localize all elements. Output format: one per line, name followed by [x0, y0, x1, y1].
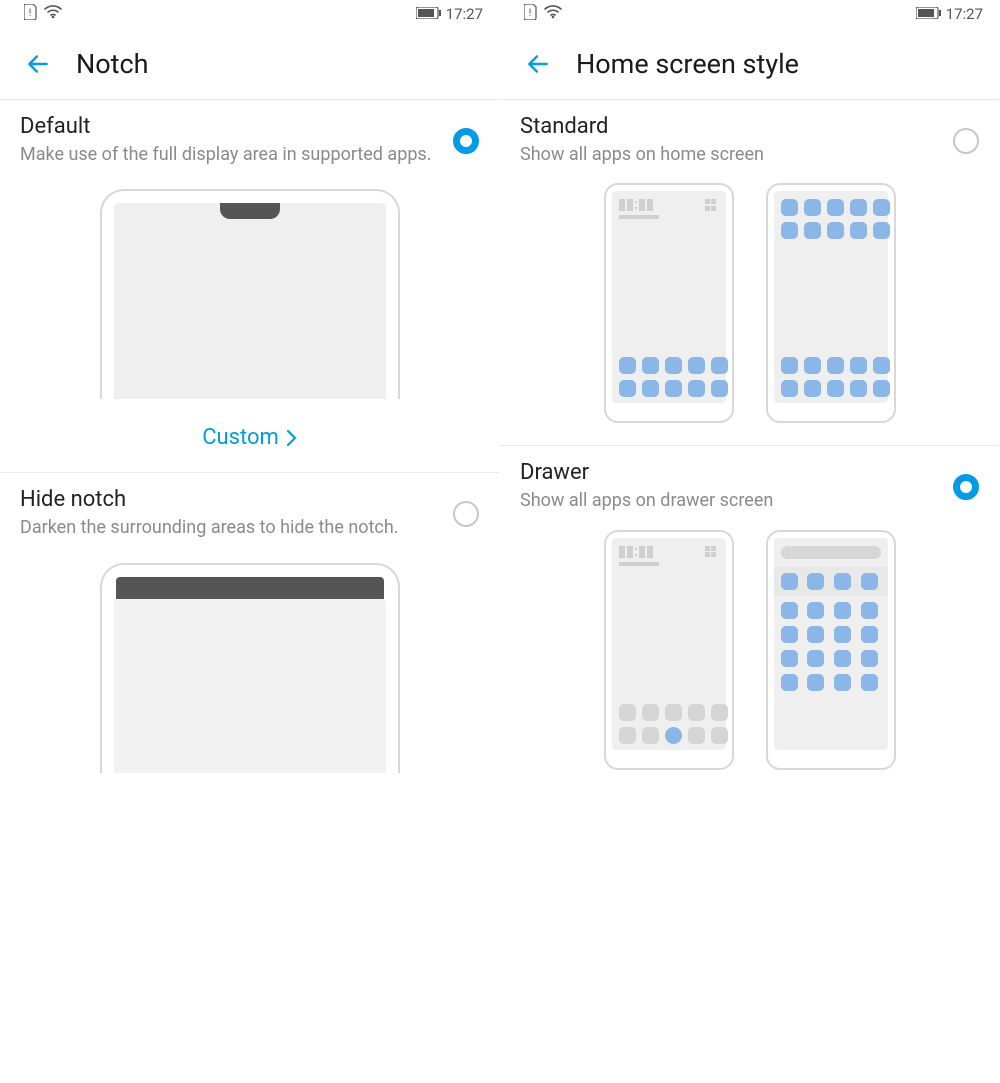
- mini-phone-home: [604, 530, 734, 770]
- option-drawer-row[interactable]: Drawer Show all apps on drawer screen: [520, 460, 979, 513]
- option-hide-subtitle: Darken the surrounding areas to hide the…: [20, 516, 443, 540]
- status-time: 17:27: [946, 5, 983, 23]
- option-standard-title: Standard: [520, 114, 943, 139]
- option-hide-title: Hide notch: [20, 487, 443, 512]
- option-default-subtitle: Make use of the full display area in sup…: [20, 143, 443, 167]
- weather-widget-icon: [705, 546, 719, 558]
- mini-phone-home: [604, 183, 734, 423]
- page-title: Home screen style: [576, 48, 799, 80]
- weather-widget-icon: [705, 199, 719, 211]
- option-hide-row[interactable]: Hide notch Darken the surrounding areas …: [20, 487, 479, 540]
- screen-home-style: ! 17:27 Home screen style Standard Show …: [500, 0, 1000, 1083]
- preview-default: Custom: [20, 189, 479, 472]
- option-hide-notch: Hide notch Darken the surrounding areas …: [0, 473, 499, 772]
- wifi-icon: [44, 5, 62, 23]
- back-button[interactable]: [524, 50, 552, 78]
- page-title: Notch: [76, 48, 149, 80]
- option-drawer: Drawer Show all apps on drawer screen: [500, 446, 999, 791]
- svg-text:!: !: [529, 8, 532, 19]
- status-bar: ! 17:27: [500, 0, 999, 28]
- option-default-row[interactable]: Default Make use of the full display are…: [20, 114, 479, 167]
- back-button[interactable]: [24, 50, 52, 78]
- battery-icon: [416, 5, 442, 23]
- option-default-title: Default: [20, 114, 443, 139]
- darkened-bar-icon: [116, 577, 384, 599]
- search-bar-icon: [781, 546, 881, 559]
- custom-link[interactable]: Custom: [202, 425, 297, 450]
- chevron-right-icon: [285, 429, 297, 447]
- option-drawer-title: Drawer: [520, 460, 943, 485]
- option-default: Default Make use of the full display are…: [0, 100, 499, 473]
- drawer-button-icon: [665, 727, 682, 744]
- status-time: 17:27: [446, 5, 483, 23]
- clock-widget-icon: [619, 199, 653, 211]
- custom-link-label: Custom: [202, 425, 279, 450]
- clock-widget-icon: [619, 546, 653, 558]
- preview-hide: [20, 563, 479, 773]
- radio-default[interactable]: [453, 128, 479, 154]
- wifi-icon: [544, 5, 562, 23]
- notch-icon: [220, 203, 280, 219]
- title-bar: Home screen style: [500, 28, 999, 100]
- mini-phone-apps: [766, 183, 896, 423]
- radio-standard[interactable]: [953, 128, 979, 154]
- option-drawer-subtitle: Show all apps on drawer screen: [520, 489, 943, 513]
- radio-hide[interactable]: [453, 501, 479, 527]
- radio-drawer[interactable]: [953, 474, 979, 500]
- svg-text:!: !: [29, 8, 32, 19]
- sim-alert-icon: !: [24, 4, 38, 24]
- mini-phone-drawer: [766, 530, 896, 770]
- title-bar: Notch: [0, 28, 499, 100]
- preview-drawer: [520, 530, 979, 770]
- battery-icon: [916, 5, 942, 23]
- screen-notch: ! 17:27 Notch Default Make use of the fu…: [0, 0, 500, 1083]
- status-bar: ! 17:27: [0, 0, 499, 28]
- preview-standard: [520, 183, 979, 423]
- option-standard-subtitle: Show all apps on home screen: [520, 143, 943, 167]
- option-standard: Standard Show all apps on home screen: [500, 100, 999, 446]
- option-standard-row[interactable]: Standard Show all apps on home screen: [520, 114, 979, 167]
- sim-alert-icon: !: [524, 4, 538, 24]
